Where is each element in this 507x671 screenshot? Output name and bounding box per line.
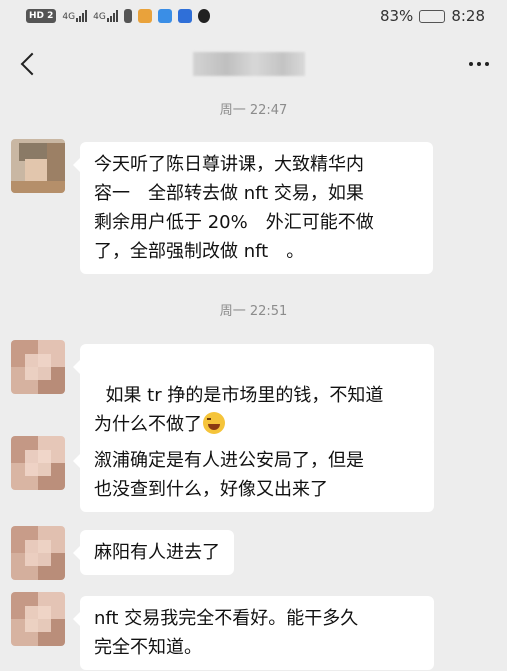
hd-badge: HD 2 (26, 9, 57, 23)
more-horizontal-icon[interactable] (469, 62, 489, 66)
battery-icon (419, 9, 446, 23)
qq-icon (197, 9, 210, 23)
chat-title-obscured (193, 52, 305, 76)
status-bar: HD 2 4G 4G 83% 8:28 (0, 0, 507, 32)
avatar[interactable] (11, 526, 65, 580)
avatar[interactable] (11, 592, 65, 646)
message-bubble[interactable]: 麻阳有人进去了 (73, 530, 234, 575)
message-bubble[interactable]: 今天听了陈日尊讲课，大致精华内 容一 全部转去做 nft 交易，如果 剩余用户低… (73, 142, 433, 274)
message-text: 如果 tr 挣的是市场里的钱，不知道 为什么不做了 (94, 385, 384, 435)
signal-2-icon: 4G (93, 10, 118, 22)
grin-sweat-icon (203, 412, 225, 434)
network-type-1: 4G (62, 12, 76, 22)
notification-app-icon (123, 9, 132, 23)
avatar[interactable] (11, 139, 65, 193)
message-bubble[interactable]: nft 交易我完全不看好。能干多久 完全不知道。 (73, 596, 434, 670)
network-type-2: 4G (93, 12, 106, 22)
time-separator: 周一 22:51 (219, 304, 288, 319)
signal-1-icon: 4G (62, 10, 88, 22)
notification-app-icon (177, 9, 192, 23)
status-left: HD 2 4G 4G (26, 9, 210, 23)
avatar[interactable] (11, 436, 65, 490)
chat-header (0, 32, 507, 96)
notification-app-icon (137, 9, 152, 23)
notification-app-icon (157, 9, 172, 23)
clock: 8:28 (451, 7, 485, 25)
status-right: 83% 8:28 (380, 7, 485, 25)
chevron-left-icon[interactable] (18, 52, 42, 76)
message-bubble[interactable]: 如果 tr 挣的是市场里的钱，不知道 为什么不做了 (73, 344, 434, 447)
message-bubble[interactable]: 溆浦确定是有人进公安局了，但是 也没查到什么，好像又出来了 (73, 438, 434, 512)
avatar[interactable] (11, 340, 65, 394)
time-separator: 周一 22:47 (219, 103, 288, 118)
battery-percent: 83% (379, 7, 414, 25)
